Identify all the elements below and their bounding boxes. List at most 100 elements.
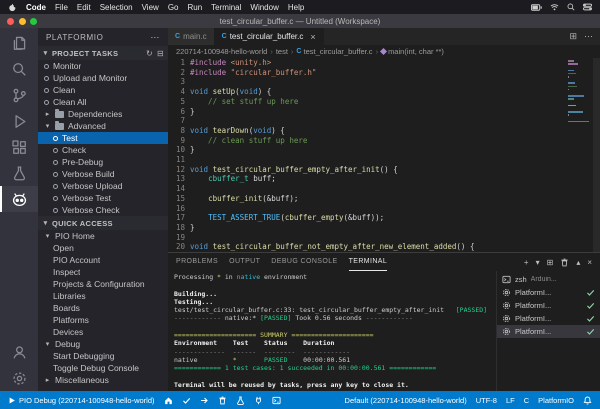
- menu-go[interactable]: Go: [168, 3, 179, 12]
- status-encoding-indicator[interactable]: UTF-8: [476, 396, 497, 405]
- trash-icon[interactable]: [560, 258, 569, 267]
- minimize-window-button[interactable]: [18, 17, 26, 25]
- minimap[interactable]: [568, 60, 592, 124]
- terminal-list-item[interactable]: PlatformI...: [497, 312, 600, 325]
- quick-access-item-projects-configuration[interactable]: Projects & Configuration: [38, 278, 168, 290]
- breadcrumb-item[interactable]: Ctest_circular_buffer.c: [296, 47, 372, 56]
- close-icon[interactable]: ×: [587, 258, 592, 267]
- terminal-list-item[interactable]: PlatformI...: [497, 325, 600, 338]
- collapse-all-icon[interactable]: ⊟: [157, 49, 164, 58]
- battery-icon[interactable]: [531, 3, 542, 11]
- activity-extensions-icon[interactable]: [0, 134, 38, 160]
- status-pio-build[interactable]: [182, 396, 191, 405]
- menu-selection[interactable]: Selection: [100, 3, 133, 12]
- task-item-verbose-check[interactable]: Verbose Check: [38, 204, 168, 216]
- editor-scrollbar[interactable]: [593, 58, 600, 252]
- wifi-icon[interactable]: [550, 3, 559, 11]
- quick-access-item-open[interactable]: Open: [38, 242, 168, 254]
- task-item-dependencies[interactable]: ▸ Dependencies: [38, 108, 168, 120]
- apple-menu-icon[interactable]: [8, 3, 17, 12]
- menu-view[interactable]: View: [142, 3, 159, 12]
- zoom-window-button[interactable]: [30, 17, 37, 25]
- chevron-down-icon[interactable]: ▾: [536, 258, 540, 267]
- status-eol-indicator[interactable]: LF: [506, 396, 515, 405]
- status-pio-new-terminal[interactable]: [271, 396, 281, 405]
- split-editor-icon[interactable]: ⊞: [569, 31, 577, 42]
- close-window-button[interactable]: [7, 17, 14, 25]
- quick-access-item-inspect[interactable]: Inspect: [38, 266, 168, 278]
- task-item-check[interactable]: Check: [38, 144, 168, 156]
- task-item-monitor[interactable]: Monitor: [38, 60, 168, 72]
- app-menu-code[interactable]: Code: [26, 3, 46, 12]
- quick-access-item-debug[interactable]: ▾ Debug: [38, 338, 168, 350]
- quick-access-item-start-debugging[interactable]: Start Debugging: [38, 350, 168, 362]
- activity-run-and-debug-icon[interactable]: [0, 108, 38, 134]
- status-notifications-bell[interactable]: [583, 396, 592, 405]
- window-titlebar[interactable]: test_circular_buffer.c — Untitled (Works…: [0, 14, 600, 28]
- activity-source-control-icon[interactable]: [0, 82, 38, 108]
- tab-main-c[interactable]: Cmain.c: [168, 28, 215, 45]
- status-debug-configuration[interactable]: PIO Debug (220714-100948-hello-world): [8, 396, 155, 405]
- menu-terminal[interactable]: Terminal: [211, 3, 241, 12]
- activity-search-icon[interactable]: [0, 56, 38, 82]
- split-icon[interactable]: ⊞: [547, 258, 554, 267]
- quick-access-item-toggle-debug-console[interactable]: Toggle Debug Console: [38, 362, 168, 374]
- quick-access-item-devices[interactable]: Devices: [38, 326, 168, 338]
- code-content[interactable]: #include <unity.h> #include "circular_buf…: [190, 58, 600, 252]
- status-pio-upload[interactable]: [200, 396, 209, 405]
- task-item-verbose-build[interactable]: Verbose Build: [38, 168, 168, 180]
- status-pio-clean[interactable]: [218, 396, 227, 405]
- chevron-up-icon[interactable]: ▴: [576, 258, 580, 267]
- panel-tab-output[interactable]: OUTPUT: [229, 253, 260, 271]
- task-item-clean-all[interactable]: Clean All: [38, 96, 168, 108]
- menu-run[interactable]: Run: [187, 3, 202, 12]
- status-pio-serial-monitor[interactable]: [254, 396, 263, 405]
- task-item-pre-debug[interactable]: Pre-Debug: [38, 156, 168, 168]
- terminal-list-item[interactable]: PlatformI...: [497, 286, 600, 299]
- search-icon[interactable]: [567, 3, 575, 11]
- panel-tab-terminal[interactable]: TERMINAL: [348, 253, 388, 271]
- activity-platformio-icon[interactable]: [0, 186, 38, 212]
- quick-access-item-miscellaneous[interactable]: ▸ Miscellaneous: [38, 374, 168, 386]
- breadcrumb-item[interactable]: 220714-100948-hello-world: [176, 47, 267, 56]
- editor-more-actions-icon[interactable]: ⋯: [584, 31, 593, 42]
- breadcrumb-item[interactable]: main(int, char **): [380, 47, 444, 56]
- task-item-verbose-test[interactable]: Verbose Test: [38, 192, 168, 204]
- task-item-upload-and-monitor[interactable]: Upload and Monitor: [38, 72, 168, 84]
- panel-tab-problems[interactable]: PROBLEMS: [176, 253, 218, 271]
- control-center-icon[interactable]: [583, 3, 592, 11]
- menu-edit[interactable]: Edit: [77, 3, 91, 12]
- terminal-output[interactable]: Processing * in native environment Build…: [168, 271, 496, 391]
- quick-access-item-boards[interactable]: Boards: [38, 302, 168, 314]
- menu-help[interactable]: Help: [288, 3, 304, 12]
- panel-tab-debug-console[interactable]: DEBUG CONSOLE: [271, 253, 337, 271]
- code-editor[interactable]: 1 2 3 4 5 6 7 8 9 10 11 12 13 14 15 16 17 18 19 20 #include…: [168, 58, 600, 252]
- status-language-mode[interactable]: C: [524, 396, 529, 405]
- quick-access-item-pio-home[interactable]: ▾ PIO Home: [38, 230, 168, 242]
- quick-access-item-libraries[interactable]: Libraries: [38, 290, 168, 302]
- views-more-actions-icon[interactable]: ⋯: [150, 32, 160, 43]
- project-tasks-header[interactable]: ▾ PROJECT TASKS ↻ ⊟: [38, 46, 168, 60]
- quick-access-item-pio-account[interactable]: PIO Account: [38, 254, 168, 266]
- task-item-advanced[interactable]: ▾ Advanced: [38, 120, 168, 132]
- activity-accounts-icon[interactable]: [0, 339, 38, 365]
- status-pio-home[interactable]: [164, 396, 173, 405]
- tab-test-circular-buffer-c[interactable]: Ctest_circular_buffer.c ×: [214, 28, 324, 45]
- refresh-icon[interactable]: ↻: [146, 49, 153, 58]
- status-pio-test[interactable]: [236, 395, 245, 405]
- status-platformio-indicator[interactable]: PlatformIO: [538, 396, 574, 405]
- breadcrumb-item[interactable]: test: [276, 47, 288, 56]
- terminal-list-item[interactable]: zsh Arduin...: [497, 273, 600, 286]
- terminal-list-item[interactable]: PlatformI...: [497, 299, 600, 312]
- menu-file[interactable]: File: [55, 3, 68, 12]
- close-tab-icon[interactable]: ×: [310, 32, 315, 42]
- status-pio-env-switcher[interactable]: Default (220714-100948-hello-world): [345, 396, 467, 405]
- activity-settings-icon[interactable]: [0, 365, 38, 391]
- quick-access-header[interactable]: ▾ QUICK ACCESS: [38, 216, 168, 230]
- quick-access-item-platforms[interactable]: Platforms: [38, 314, 168, 326]
- activity-explorer-icon[interactable]: [0, 30, 38, 56]
- task-item-test[interactable]: Test: [38, 132, 168, 144]
- task-item-clean[interactable]: Clean: [38, 84, 168, 96]
- plus-icon[interactable]: +: [524, 258, 529, 267]
- menu-window[interactable]: Window: [250, 3, 278, 12]
